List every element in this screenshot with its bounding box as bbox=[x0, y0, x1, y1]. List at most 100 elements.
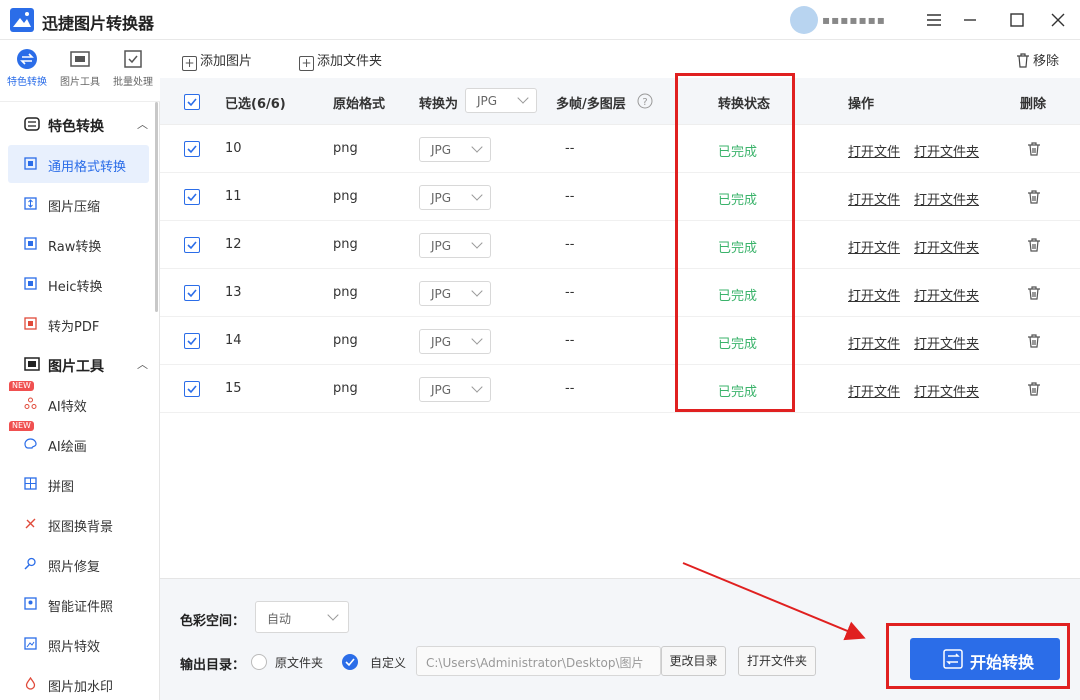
table-header: 已选(6/6) 原始格式 转换为 JPG 多帧/多图层 ? 转换状态 操作 删除 bbox=[160, 78, 1080, 125]
open-file-link[interactable]: 打开文件 bbox=[848, 285, 900, 304]
help-icon[interactable]: ? bbox=[637, 93, 653, 109]
trash-icon[interactable] bbox=[1026, 189, 1042, 205]
row-checkbox[interactable] bbox=[184, 189, 200, 205]
trash-icon[interactable] bbox=[1026, 285, 1042, 301]
sidebar-item-label: 图片加水印 bbox=[48, 680, 114, 695]
select-value: JPG bbox=[431, 239, 452, 253]
table-row[interactable]: 10 png JPG -- 已完成 打开文件 打开文件夹 bbox=[160, 125, 1080, 173]
radio-custom[interactable] bbox=[342, 654, 358, 670]
table-row[interactable]: 13 png JPG -- 已完成 打开文件 打开文件夹 bbox=[160, 269, 1080, 317]
tab-image-tools[interactable]: 图片工具 bbox=[54, 48, 106, 88]
row-format-select[interactable]: JPG bbox=[419, 185, 491, 210]
row-format-select[interactable]: JPG bbox=[419, 377, 491, 402]
open-folder-link[interactable]: 打开文件夹 bbox=[914, 381, 979, 400]
open-file-link[interactable]: 打开文件 bbox=[848, 333, 900, 352]
user-name[interactable]: ▪▪▪▪▪▪▪ bbox=[822, 13, 886, 27]
table-row[interactable]: 12 png JPG -- 已完成 打开文件 打开文件夹 bbox=[160, 221, 1080, 269]
sidebar-item-heic[interactable]: Heic转换 bbox=[8, 265, 149, 303]
minimize-icon[interactable] bbox=[958, 8, 982, 32]
sidebar-item-collage[interactable]: 拼图 bbox=[8, 465, 149, 503]
trash-icon[interactable] bbox=[1026, 333, 1042, 349]
sidebar-item-id-photo[interactable]: 智能证件照 bbox=[8, 585, 149, 623]
maximize-icon[interactable] bbox=[1005, 8, 1029, 32]
open-folder-link[interactable]: 打开文件夹 bbox=[914, 333, 979, 352]
trash-icon[interactable] bbox=[1026, 381, 1042, 397]
avatar[interactable] bbox=[790, 6, 818, 34]
row-checkbox[interactable] bbox=[184, 141, 200, 157]
tab-batch[interactable]: 批量处理 bbox=[107, 48, 159, 88]
open-folder-link[interactable]: 打开文件夹 bbox=[914, 237, 979, 256]
table-row[interactable]: 11 png JPG -- 已完成 打开文件 打开文件夹 bbox=[160, 173, 1080, 221]
sidebar-group-image-tools[interactable]: 图片工具 ︿ bbox=[0, 344, 160, 384]
open-folder-link[interactable]: 打开文件夹 bbox=[914, 285, 979, 304]
select-all-checkbox[interactable] bbox=[184, 94, 200, 110]
sidebar-item-label: 照片特效 bbox=[48, 640, 101, 655]
id-photo-icon bbox=[24, 597, 37, 610]
row-checkbox[interactable] bbox=[184, 333, 200, 349]
check-icon bbox=[187, 241, 197, 250]
remove-button[interactable]: 移除 bbox=[1016, 50, 1059, 69]
row-format-select[interactable]: JPG bbox=[419, 281, 491, 306]
sidebar-item-cutout[interactable]: 抠图换背景 bbox=[8, 505, 149, 543]
open-file-link[interactable]: 打开文件 bbox=[848, 381, 900, 400]
select-value: 自动 bbox=[267, 612, 292, 626]
sidebar-group-special[interactable]: 特色转换 ︿ bbox=[0, 104, 160, 144]
sidebar-item-label: AI特效 bbox=[48, 400, 87, 415]
add-image-button[interactable]: + 添加图片 bbox=[182, 50, 252, 71]
select-value: JPG bbox=[431, 335, 452, 349]
change-dir-button[interactable]: 更改目录 bbox=[661, 646, 726, 676]
output-path-field[interactable]: C:\Users\Administrator\Desktop\图片 bbox=[416, 646, 661, 676]
header-delete: 删除 bbox=[1020, 97, 1047, 112]
add-folder-button[interactable]: + 添加文件夹 bbox=[299, 50, 382, 71]
color-space-select[interactable]: 自动 bbox=[255, 601, 349, 633]
chevron-up-icon[interactable]: ︿ bbox=[137, 116, 148, 132]
watermark-icon bbox=[25, 677, 36, 690]
tab-special-convert[interactable]: 特色转换 bbox=[1, 48, 53, 88]
close-icon[interactable] bbox=[1046, 8, 1070, 32]
sidebar-item-raw[interactable]: Raw转换 bbox=[8, 225, 149, 263]
sidebar-item-general-convert[interactable]: 通用格式转换 bbox=[8, 145, 149, 183]
trash-icon[interactable] bbox=[1026, 237, 1042, 253]
ai-paint-icon bbox=[24, 438, 37, 449]
sidebar-item-ai-effect[interactable]: NEW AI特效 bbox=[8, 381, 149, 423]
sidebar-item-watermark[interactable]: 图片加水印 bbox=[8, 665, 149, 700]
sidebar-item-label: 图片压缩 bbox=[48, 200, 101, 215]
open-folder-button[interactable]: 打开文件夹 bbox=[738, 646, 816, 676]
row-checkbox[interactable] bbox=[184, 381, 200, 397]
ai-effect-icon bbox=[24, 397, 37, 409]
radio-original-label: 原文件夹 bbox=[275, 656, 324, 670]
sidebar-item-repair[interactable]: 照片修复 bbox=[8, 545, 149, 583]
sidebar-item-label: Heic转换 bbox=[48, 280, 103, 295]
row-multiframe: -- bbox=[565, 285, 575, 300]
row-format-select[interactable]: JPG bbox=[419, 329, 491, 354]
open-file-link[interactable]: 打开文件 bbox=[848, 189, 900, 208]
check-icon bbox=[187, 145, 197, 154]
sidebar-item-compress[interactable]: 图片压缩 bbox=[8, 185, 149, 223]
open-folder-link[interactable]: 打开文件夹 bbox=[914, 189, 979, 208]
row-checkbox[interactable] bbox=[184, 285, 200, 301]
chevron-up-icon[interactable]: ︿ bbox=[137, 356, 148, 372]
check-icon bbox=[187, 98, 197, 107]
table-row[interactable]: 15 png JPG -- 已完成 打开文件 打开文件夹 bbox=[160, 365, 1080, 413]
sidebar-item-ai-paint[interactable]: NEW AI绘画 bbox=[8, 421, 149, 463]
heic-icon bbox=[24, 277, 37, 290]
check-icon bbox=[345, 658, 355, 667]
sidebar-item-photo-effect[interactable]: 照片特效 bbox=[8, 625, 149, 663]
chevron-down-icon bbox=[471, 381, 483, 393]
row-format-select[interactable]: JPG bbox=[419, 137, 491, 162]
open-file-link[interactable]: 打开文件 bbox=[848, 141, 900, 160]
radio-original-folder[interactable] bbox=[251, 654, 267, 670]
global-format-select[interactable]: JPG bbox=[465, 88, 537, 113]
sidebar-item-pdf[interactable]: 转为PDF bbox=[8, 305, 149, 343]
trash-icon[interactable] bbox=[1026, 141, 1042, 157]
open-file-link[interactable]: 打开文件 bbox=[848, 237, 900, 256]
open-folder-link[interactable]: 打开文件夹 bbox=[914, 141, 979, 160]
row-format-select[interactable]: JPG bbox=[419, 233, 491, 258]
sidebar-item-label: 拼图 bbox=[48, 480, 75, 495]
table-row[interactable]: 14 png JPG -- 已完成 打开文件 打开文件夹 bbox=[160, 317, 1080, 365]
chevron-down-icon bbox=[517, 92, 529, 104]
row-checkbox[interactable] bbox=[184, 237, 200, 253]
hamburger-icon[interactable] bbox=[922, 8, 946, 32]
check-icon bbox=[187, 289, 197, 298]
check-icon bbox=[187, 385, 197, 394]
